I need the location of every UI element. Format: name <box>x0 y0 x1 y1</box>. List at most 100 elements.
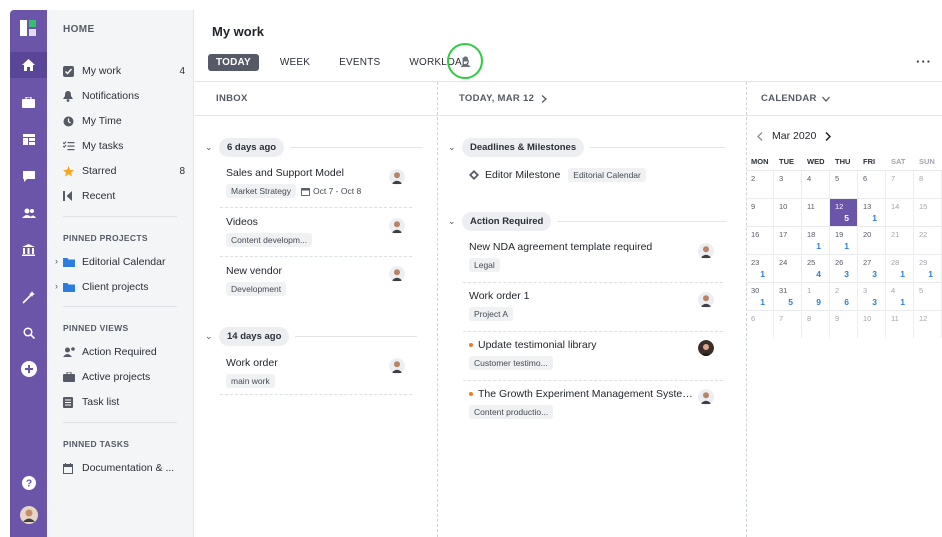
calendar-day[interactable]: 8 <box>914 171 942 198</box>
calendar-day[interactable]: 10 <box>774 199 802 226</box>
calendar-day[interactable]: 27 3 <box>858 255 886 282</box>
sidebar-item-my-work[interactable]: My work 4 <box>63 62 185 80</box>
calendar-day-today[interactable]: 12 5 <box>830 199 858 226</box>
chevron-down-icon[interactable]: ⌄ <box>448 142 462 153</box>
action-item[interactable]: Work order 1 Project A <box>463 283 723 332</box>
calendar-day[interactable]: 14 <box>886 199 914 226</box>
calendar-day[interactable]: 22 <box>914 227 942 254</box>
calendar-day[interactable]: 30 1 <box>746 283 774 310</box>
calendar-day[interactable]: 6 <box>858 171 886 198</box>
assignee-avatar[interactable] <box>389 358 405 374</box>
calendar-day[interactable]: 10 <box>858 311 886 338</box>
task-tag[interactable]: Project A <box>469 307 514 321</box>
chevron-right-icon[interactable]: › <box>55 256 58 266</box>
calendar-day[interactable]: 23 1 <box>746 255 774 282</box>
calendar-day[interactable]: 7 <box>886 171 914 198</box>
calendar-day[interactable]: 26 <box>830 283 858 310</box>
assignee-avatar[interactable] <box>389 218 405 234</box>
assignee-avatar[interactable] <box>698 292 714 308</box>
rail-users-icon[interactable] <box>10 200 47 226</box>
rail-bank-icon[interactable] <box>10 237 47 263</box>
rail-add-icon[interactable] <box>10 356 47 382</box>
calendar-day[interactable]: 17 <box>774 227 802 254</box>
calendar-day[interactable]: 18 1 <box>802 227 830 254</box>
task-tag[interactable]: Editorial Calendar <box>568 168 646 182</box>
rail-dashboard-icon[interactable] <box>10 126 47 152</box>
today-column-header[interactable]: TODAY, MAR 12 <box>437 82 746 116</box>
assignee-avatar[interactable] <box>698 243 714 259</box>
calendar-day[interactable]: 15 <box>914 199 942 226</box>
action-item[interactable]: The Growth Experiment Management System.… <box>463 381 723 427</box>
pinned-view-active-projects[interactable]: Active projects <box>63 368 185 386</box>
calendar-day[interactable]: 21 <box>886 227 914 254</box>
calendar-day[interactable]: 41 <box>886 283 914 310</box>
task-tag[interactable]: Content productio... <box>469 405 554 419</box>
calendar-day[interactable]: 11 <box>802 199 830 226</box>
calendar-day[interactable]: 28 1 <box>886 255 914 282</box>
calendar-column-header[interactable]: CALENDAR <box>746 82 942 116</box>
milestone-item[interactable]: Editor Milestone Editorial Calendar <box>463 162 723 192</box>
inbox-item[interactable]: Work order main work <box>220 349 412 395</box>
inbox-group-header[interactable]: ⌄ 14 days ago <box>205 327 418 346</box>
calendar-day[interactable]: 4 <box>802 171 830 198</box>
calendar-day[interactable]: 26 3 <box>830 255 858 282</box>
inbox-item[interactable]: New vendor Development <box>220 257 412 306</box>
assignee-avatar[interactable] <box>698 340 714 356</box>
sidebar-item-my-tasks[interactable]: My tasks <box>63 137 185 155</box>
action-item[interactable]: Update testimonial library Customer test… <box>463 332 723 381</box>
chevron-right-icon[interactable] <box>541 94 548 103</box>
calendar-day[interactable]: 9 <box>746 199 774 226</box>
task-tag[interactable]: Legal <box>469 258 500 272</box>
sidebar-item-recent[interactable]: Recent <box>63 187 185 205</box>
tab-events[interactable]: EVENTS <box>331 54 388 71</box>
app-logo-icon[interactable] <box>20 20 36 36</box>
task-tag[interactable]: main work <box>226 374 275 388</box>
sidebar-item-starred[interactable]: Starred 8 <box>63 162 185 180</box>
inbox-item[interactable]: Videos Content developm... <box>220 208 412 257</box>
assignee-avatar[interactable] <box>389 169 405 185</box>
task-tag[interactable]: Market Strategy <box>226 184 296 198</box>
user-filter-button[interactable] <box>447 43 483 79</box>
calendar-day[interactable]: 20 <box>858 227 886 254</box>
calendar-day[interactable]: 12 <box>914 311 942 338</box>
action-item[interactable]: New NDA agreement template required Lega… <box>463 234 723 283</box>
calendar-day[interactable]: 5 <box>830 171 858 198</box>
pinned-view-action-required[interactable]: Action Required <box>63 343 185 361</box>
task-tag[interactable]: Content developm... <box>226 233 313 247</box>
calendar-day[interactable]: 25 4 <box>802 255 830 282</box>
sidebar-item-my-time[interactable]: My Time <box>63 112 185 130</box>
assignee-avatar[interactable] <box>389 266 405 282</box>
chevron-right-icon[interactable] <box>825 131 832 141</box>
rail-user-avatar[interactable] <box>10 502 47 528</box>
chevron-down-icon[interactable]: ⌄ <box>205 142 219 153</box>
calendar-day[interactable]: 29 1 <box>914 255 942 282</box>
calendar-day[interactable]: 31 5 <box>774 283 802 310</box>
chevron-right-icon[interactable]: › <box>55 281 58 291</box>
pinned-project-editorial-calendar[interactable]: Editorial Calendar <box>63 253 185 271</box>
chevron-down-icon[interactable]: ⌄ <box>205 331 219 342</box>
more-options-button[interactable]: ··· <box>916 54 932 69</box>
task-tag[interactable]: Customer testimo... <box>469 356 553 370</box>
tab-today[interactable]: TODAY <box>208 54 259 71</box>
calendar-day[interactable]: 33 <box>858 283 886 310</box>
calendar-day[interactable]: 11 <box>886 311 914 338</box>
calendar-day[interactable]: 16 <box>746 227 774 254</box>
assignee-avatar[interactable] <box>698 389 714 405</box>
rail-search-icon[interactable] <box>10 320 47 346</box>
calendar-day[interactable]: 8 <box>802 311 830 338</box>
rail-chat-icon[interactable] <box>10 163 47 189</box>
rail-help-icon[interactable]: ? <box>10 470 47 496</box>
sidebar-item-notifications[interactable]: Notifications <box>63 87 185 105</box>
calendar-day[interactable]: 3 <box>774 171 802 198</box>
chevron-left-icon[interactable] <box>757 131 763 141</box>
calendar-day[interactable]: 9 <box>830 311 858 338</box>
pinned-view-task-list[interactable]: Task list <box>63 393 185 411</box>
today-group-header[interactable]: ⌄ Deadlines & Milestones <box>448 138 726 157</box>
today-group-header[interactable]: ⌄ Action Required <box>448 212 728 231</box>
pinned-task-documentation[interactable]: Documentation & ... <box>63 459 185 477</box>
calendar-day[interactable]: 5 <box>914 283 942 310</box>
calendar-day[interactable]: 2 <box>746 171 774 198</box>
rail-briefcase-icon[interactable] <box>10 89 47 115</box>
calendar-day[interactable]: 6 <box>746 311 774 338</box>
rail-home-icon[interactable] <box>10 52 47 78</box>
